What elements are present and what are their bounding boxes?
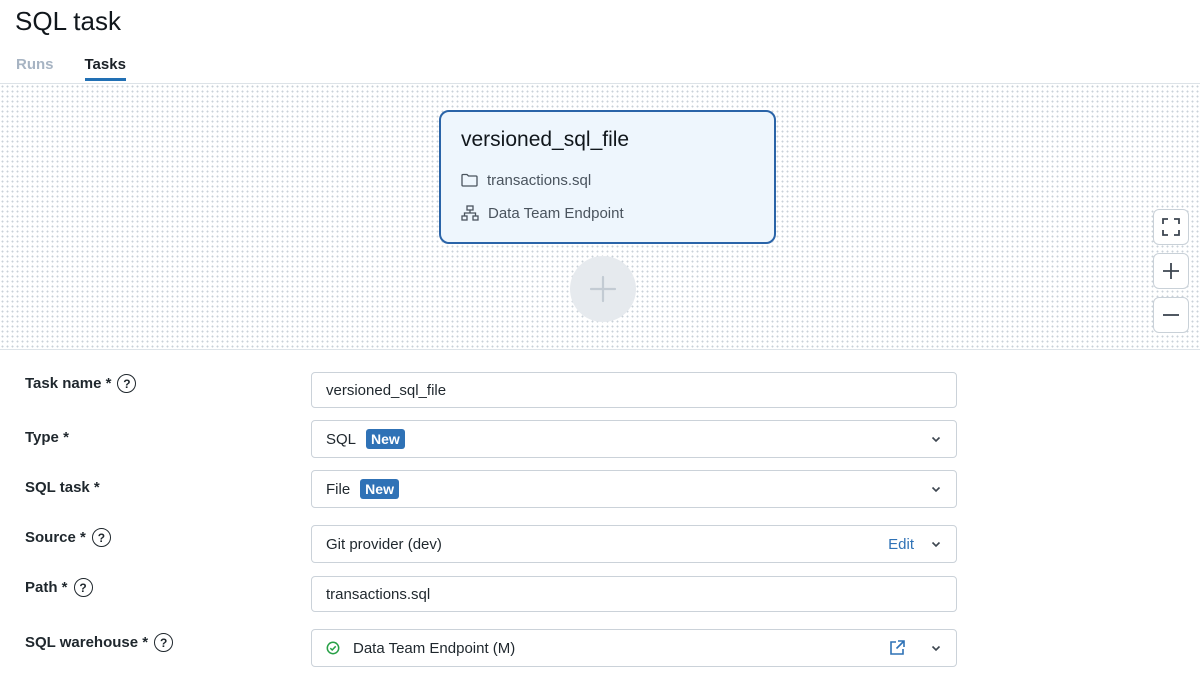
- type-label: Type *: [25, 429, 69, 446]
- task-node-file-row: transactions.sql: [461, 168, 754, 192]
- task-name-input[interactable]: versioned_sql_file: [311, 372, 957, 408]
- help-icon[interactable]: ?: [154, 633, 174, 652]
- zoom-in-button[interactable]: [1153, 253, 1189, 289]
- task-node-file: transactions.sql: [487, 171, 592, 189]
- sql-task-value: File: [326, 480, 351, 498]
- task-name-label: Task name *: [25, 375, 112, 392]
- chevron-down-icon: [931, 486, 941, 493]
- task-node-endpoint: Data Team Endpoint: [488, 204, 624, 222]
- hierarchy-icon: [461, 205, 479, 221]
- source-label-wrap: Source * ?: [25, 528, 111, 547]
- help-icon[interactable]: ?: [117, 374, 137, 393]
- source-label: Source *: [25, 529, 86, 546]
- path-value: transactions.sql: [326, 585, 431, 603]
- add-task-button[interactable]: [570, 256, 636, 322]
- sql-warehouse-value: Data Team Endpoint (M): [353, 639, 516, 657]
- fullscreen-icon: [1162, 218, 1180, 236]
- zoom-out-button[interactable]: [1153, 297, 1189, 333]
- external-link-icon[interactable]: [888, 639, 906, 657]
- path-label-wrap: Path * ?: [25, 578, 93, 597]
- type-value: SQL: [326, 430, 357, 448]
- help-icon[interactable]: ?: [91, 528, 111, 547]
- dag-canvas[interactable]: versioned_sql_file transactions.sql Data…: [0, 83, 1200, 350]
- status-ok-icon: [326, 641, 340, 655]
- sql-warehouse-label-wrap: SQL warehouse * ?: [25, 633, 174, 652]
- sql-warehouse-label: SQL warehouse *: [25, 634, 149, 651]
- help-icon[interactable]: ?: [73, 578, 93, 597]
- zoom-out-icon: [1163, 314, 1179, 316]
- source-value: Git provider (dev): [326, 535, 442, 553]
- new-badge: New: [366, 429, 405, 449]
- sql-task-value-wrap: File New: [326, 479, 924, 499]
- sql-task-label-wrap: SQL task *: [25, 479, 100, 496]
- chevron-down-icon: [931, 541, 941, 548]
- path-label: Path *: [25, 579, 68, 596]
- task-node[interactable]: versioned_sql_file transactions.sql Data…: [439, 110, 776, 244]
- tab-runs[interactable]: Runs: [16, 56, 54, 81]
- canvas-controls: [1153, 209, 1189, 333]
- sql-task-select[interactable]: File New: [311, 470, 957, 508]
- folder-icon: [461, 173, 478, 187]
- fullscreen-button[interactable]: [1153, 209, 1189, 245]
- task-node-endpoint-row: Data Team Endpoint: [461, 201, 754, 225]
- type-label-wrap: Type *: [25, 429, 69, 446]
- edit-source-link[interactable]: Edit: [888, 536, 914, 553]
- type-select[interactable]: SQL New: [311, 420, 957, 458]
- task-name-value: versioned_sql_file: [326, 381, 447, 399]
- type-value-wrap: SQL New: [326, 429, 924, 449]
- sql-warehouse-value-wrap: Data Team Endpoint (M): [326, 640, 888, 657]
- sql-task-label: SQL task *: [25, 479, 100, 496]
- plus-icon: [589, 275, 617, 303]
- chevron-down-icon: [931, 436, 941, 443]
- source-select[interactable]: Git provider (dev) Edit: [311, 525, 957, 563]
- new-badge: New: [360, 479, 399, 499]
- task-name-label-wrap: Task name * ?: [25, 374, 137, 393]
- sql-warehouse-select[interactable]: Data Team Endpoint (M): [311, 629, 957, 667]
- chevron-down-icon: [931, 645, 941, 652]
- path-input[interactable]: transactions.sql: [311, 576, 957, 612]
- page-title: SQL task: [15, 6, 121, 36]
- zoom-in-icon: [1163, 263, 1179, 279]
- page: SQL task Runs Tasks versioned_sql_file t…: [0, 0, 1200, 677]
- tab-bar: Runs Tasks: [16, 56, 126, 81]
- task-node-title: versioned_sql_file: [461, 128, 630, 151]
- tab-tasks[interactable]: Tasks: [84, 56, 126, 81]
